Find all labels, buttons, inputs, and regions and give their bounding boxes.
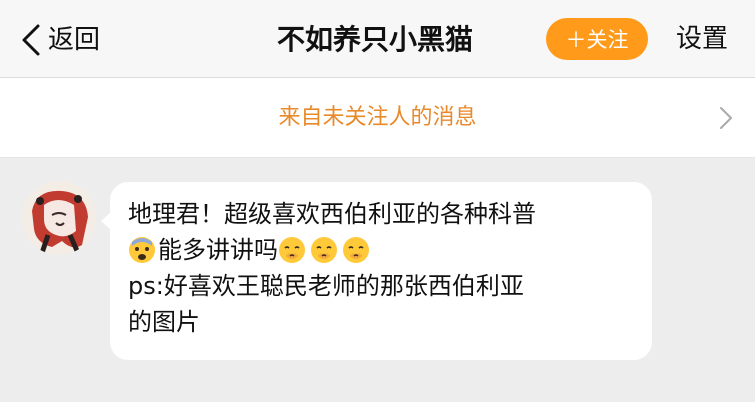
bubble-tail — [101, 212, 111, 230]
top-navigation-bar: 返回 不如养只小黑猫 ＋关注 设置 — [0, 0, 755, 78]
message-line-3: ps:好喜欢王聪民老师的那张西伯利亚 — [128, 272, 524, 300]
page-title: 不如养只小黑猫 — [276, 23, 473, 56]
back-button[interactable]: 返回 — [18, 20, 100, 60]
blowing-kiss-icon — [311, 237, 337, 263]
sender-avatar[interactable] — [22, 181, 96, 255]
blowing-kiss-icon — [279, 237, 305, 263]
message-line-1: 地理君！超级喜欢西伯利亚的各种科普 — [128, 200, 536, 228]
message-line-2-text: 能多讲讲吗 — [158, 236, 278, 264]
back-label: 返回 — [48, 25, 101, 55]
fearful-face-icon — [129, 237, 155, 263]
chevron-right-icon — [720, 107, 732, 129]
blowing-kiss-icon — [343, 237, 369, 263]
chevron-left-icon — [22, 24, 40, 56]
message-line-2: 能多讲讲吗 — [128, 232, 634, 268]
message-line-4: 的图片 — [128, 308, 200, 336]
message-bubble[interactable]: 地理君！超级喜欢西伯利亚的各种科普 能多讲讲吗 ps:好喜欢王聪民老师的那张西伯… — [101, 182, 652, 360]
follow-button[interactable]: ＋关注 — [546, 18, 648, 60]
stranger-message-banner[interactable]: 来自未关注人的消息 — [0, 78, 755, 158]
banner-text: 来自未关注人的消息 — [278, 105, 477, 130]
avatar-image — [22, 181, 96, 255]
settings-button[interactable]: 设置 — [676, 19, 728, 59]
